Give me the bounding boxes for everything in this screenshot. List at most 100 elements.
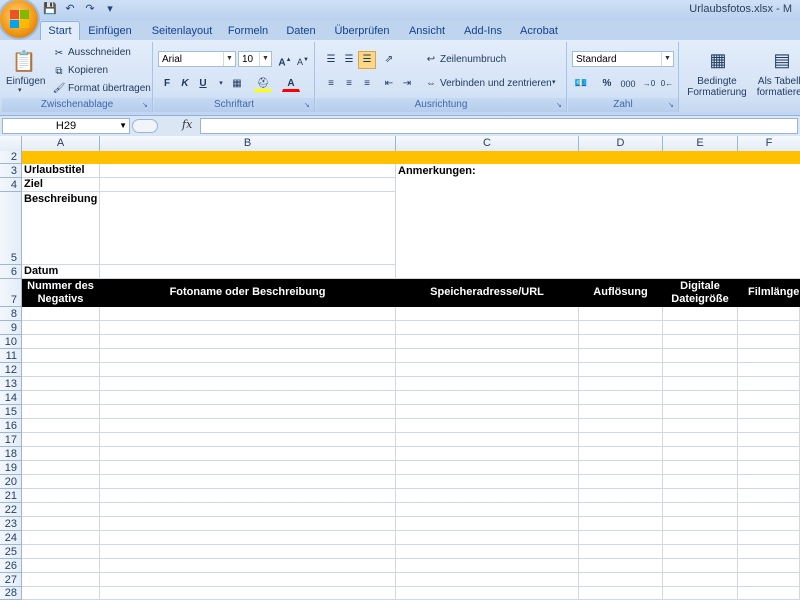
table-cell[interactable] xyxy=(663,587,738,600)
table-cell[interactable] xyxy=(22,503,100,517)
table-cell[interactable] xyxy=(579,349,663,363)
table-cell[interactable] xyxy=(22,433,100,447)
table-cell[interactable] xyxy=(22,377,100,391)
table-cell[interactable] xyxy=(738,503,800,517)
table-cell[interactable] xyxy=(396,475,579,489)
table-cell[interactable] xyxy=(663,545,738,559)
table-cell[interactable] xyxy=(22,363,100,377)
table-cell[interactable] xyxy=(579,405,663,419)
table-cell[interactable] xyxy=(663,349,738,363)
grow-font-icon[interactable]: A▲ xyxy=(276,51,294,69)
table-cell[interactable] xyxy=(663,405,738,419)
table-cell[interactable] xyxy=(22,405,100,419)
table-cell[interactable] xyxy=(579,573,663,587)
percent-button[interactable]: % xyxy=(598,75,616,93)
conditional-formatting-icon[interactable]: ▦ xyxy=(704,46,732,74)
row-header[interactable]: 14 xyxy=(0,391,22,405)
wrap-text-icon[interactable]: ↩ xyxy=(422,51,440,69)
column-header-f[interactable]: F xyxy=(738,136,800,151)
table-cell[interactable] xyxy=(396,531,579,545)
table-cell[interactable] xyxy=(22,307,100,321)
table-cell[interactable] xyxy=(738,349,800,363)
label-description[interactable]: Beschreibung xyxy=(22,192,100,265)
table-header-photo-name[interactable]: Fotoname oder Beschreibung xyxy=(100,279,396,307)
table-cell[interactable] xyxy=(396,489,579,503)
table-header-file-size[interactable]: Digitale Dateigröße xyxy=(663,279,738,307)
office-button[interactable] xyxy=(0,0,38,38)
table-cell[interactable] xyxy=(22,531,100,545)
table-cell[interactable] xyxy=(579,475,663,489)
table-cell[interactable] xyxy=(22,321,100,335)
row-header[interactable]: 4 xyxy=(0,178,22,192)
table-cell[interactable] xyxy=(100,377,396,391)
label-destination[interactable]: Ziel xyxy=(22,178,100,192)
row-header[interactable]: 12 xyxy=(0,363,22,377)
align-middle-icon[interactable]: ☰ xyxy=(340,51,358,69)
table-cell[interactable] xyxy=(396,321,579,335)
table-cell[interactable] xyxy=(396,503,579,517)
table-cell[interactable] xyxy=(100,475,396,489)
table-cell[interactable] xyxy=(579,531,663,545)
clipboard-launcher-icon[interactable]: ↘ xyxy=(142,102,150,110)
row-header[interactable]: 13 xyxy=(0,377,22,391)
table-cell[interactable] xyxy=(738,447,800,461)
table-cell[interactable] xyxy=(100,391,396,405)
notes-cell[interactable]: Anmerkungen: xyxy=(396,164,800,279)
align-left-icon[interactable]: ≡ xyxy=(322,75,340,93)
table-header-storage-url[interactable]: Speicheradresse/URL xyxy=(396,279,579,307)
table-cell[interactable] xyxy=(738,559,800,573)
table-cell[interactable] xyxy=(100,461,396,475)
row-header[interactable]: 26 xyxy=(0,559,22,573)
table-cell[interactable] xyxy=(396,391,579,405)
column-header-e[interactable]: E xyxy=(663,136,738,151)
format-as-table-icon[interactable]: ▤ xyxy=(768,46,796,74)
merge-dropdown-icon[interactable]: ▾ xyxy=(552,78,556,86)
formula-input[interactable] xyxy=(200,118,798,134)
table-cell[interactable] xyxy=(100,559,396,573)
tab-formulas[interactable]: Formeln xyxy=(224,22,272,40)
table-cell[interactable] xyxy=(738,419,800,433)
font-size-select[interactable]: 10 ▼ xyxy=(238,51,272,67)
table-cell[interactable] xyxy=(396,559,579,573)
row-header[interactable]: 24 xyxy=(0,531,22,545)
tab-addins[interactable]: Add-Ins xyxy=(460,22,506,40)
column-header-b[interactable]: B xyxy=(100,136,396,151)
table-cell[interactable] xyxy=(22,559,100,573)
table-cell[interactable] xyxy=(738,573,800,587)
table-cell[interactable] xyxy=(738,489,800,503)
table-cell[interactable] xyxy=(579,321,663,335)
table-cell[interactable] xyxy=(579,391,663,405)
table-cell[interactable] xyxy=(663,517,738,531)
label-trip-title[interactable]: Urlaubstitel xyxy=(22,164,100,178)
column-header-d[interactable]: D xyxy=(579,136,663,151)
table-cell[interactable] xyxy=(738,335,800,349)
format-painter-button[interactable]: Format übertragen xyxy=(68,83,151,94)
table-cell[interactable] xyxy=(22,461,100,475)
tab-view[interactable]: Ansicht xyxy=(404,22,450,40)
table-header-resolution[interactable]: Auflösung xyxy=(579,279,663,307)
row-header[interactable]: 15 xyxy=(0,405,22,419)
table-cell[interactable] xyxy=(22,475,100,489)
row-header[interactable]: 6 xyxy=(0,265,22,279)
table-cell[interactable] xyxy=(396,307,579,321)
column-header-c[interactable]: C xyxy=(396,136,579,151)
table-cell[interactable] xyxy=(579,307,663,321)
table-cell[interactable] xyxy=(100,503,396,517)
table-cell[interactable] xyxy=(100,363,396,377)
table-cell[interactable] xyxy=(22,587,100,600)
table-cell[interactable] xyxy=(579,433,663,447)
table-cell[interactable] xyxy=(738,321,800,335)
table-cell[interactable] xyxy=(579,545,663,559)
table-cell[interactable] xyxy=(396,363,579,377)
table-cell[interactable] xyxy=(22,517,100,531)
shrink-font-icon[interactable]: A▼ xyxy=(294,51,312,69)
table-cell[interactable] xyxy=(663,447,738,461)
table-cell[interactable] xyxy=(663,559,738,573)
row-header[interactable]: 11 xyxy=(0,349,22,363)
table-cell[interactable] xyxy=(738,391,800,405)
row-header[interactable]: 9 xyxy=(0,321,22,335)
cut-button[interactable]: Ausschneiden xyxy=(68,47,131,58)
insert-function-button[interactable]: fx xyxy=(182,118,192,131)
table-cell[interactable] xyxy=(663,307,738,321)
font-name-select[interactable]: Arial ▼ xyxy=(158,51,236,67)
